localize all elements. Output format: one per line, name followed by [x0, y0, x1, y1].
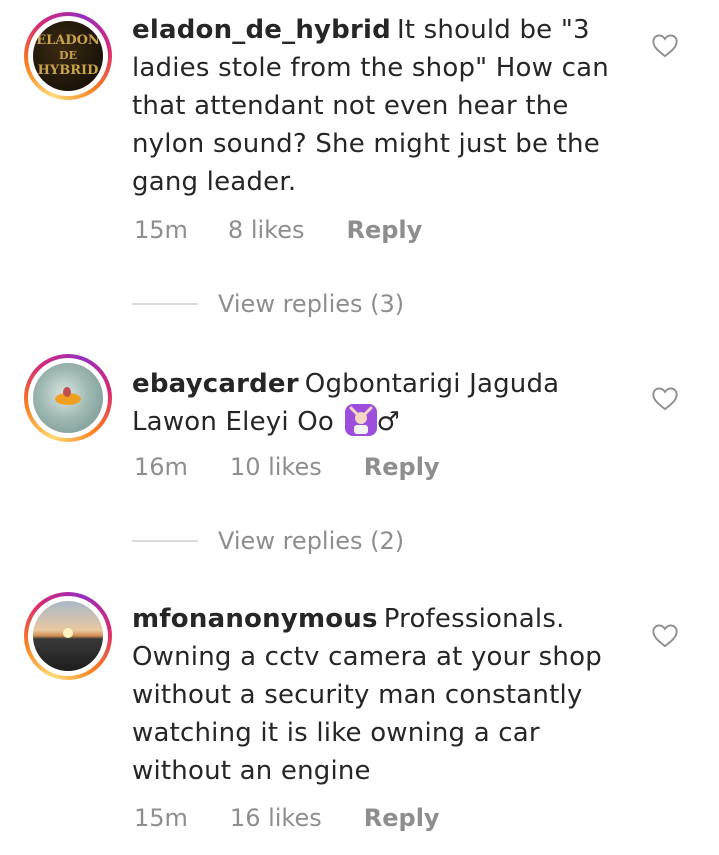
view-replies-label: View replies (3): [218, 290, 405, 318]
comment-text: ebaycarder Ogbontarigi Jaguda Lawon Eleyi…: [132, 365, 632, 441]
avatar-image: ELADON DE HYBRID: [33, 21, 103, 91]
avatar-image: [33, 601, 103, 671]
username[interactable]: eladon_de_hybrid: [132, 15, 391, 45]
heart-outline-icon[interactable]: [651, 385, 679, 411]
timestamp: 16m: [134, 453, 188, 481]
reply-button[interactable]: Reply: [346, 216, 422, 244]
avatar[interactable]: ELADON DE HYBRID: [24, 12, 112, 100]
username[interactable]: mfonanonymous: [132, 604, 378, 634]
reply-button[interactable]: Reply: [364, 804, 440, 832]
heart-outline-icon[interactable]: [651, 32, 679, 58]
divider: [132, 303, 198, 305]
comment-text: mfonanonymous Professionals. Owning a cct…: [132, 600, 632, 790]
avatar[interactable]: [24, 354, 112, 442]
username[interactable]: ebaycarder: [132, 369, 299, 399]
likes-count[interactable]: 16 likes: [230, 804, 322, 832]
view-replies-button[interactable]: View replies (2): [132, 527, 404, 555]
view-replies-label: View replies (2): [218, 527, 405, 555]
comment-text: eladon_de_hybrid It should be "3 ladies s…: [132, 11, 632, 201]
male-sign: ♂: [376, 407, 401, 437]
heart-outline-icon[interactable]: [651, 622, 679, 648]
comment-meta: 15m 16 likes Reply: [134, 804, 440, 832]
avatar-image: [33, 363, 103, 433]
likes-count[interactable]: 10 likes: [230, 453, 322, 481]
likes-count[interactable]: 8 likes: [228, 216, 305, 244]
comment-meta: 15m 8 likes Reply: [134, 216, 422, 244]
person-gesturing-no-emoji: [344, 404, 377, 436]
view-replies-button[interactable]: View replies (3): [132, 290, 404, 318]
timestamp: 15m: [134, 216, 188, 244]
divider: [132, 540, 198, 542]
timestamp: 15m: [134, 804, 188, 832]
comment-meta: 16m 10 likes Reply: [134, 453, 440, 481]
avatar[interactable]: [24, 592, 112, 680]
reply-button[interactable]: Reply: [364, 453, 440, 481]
